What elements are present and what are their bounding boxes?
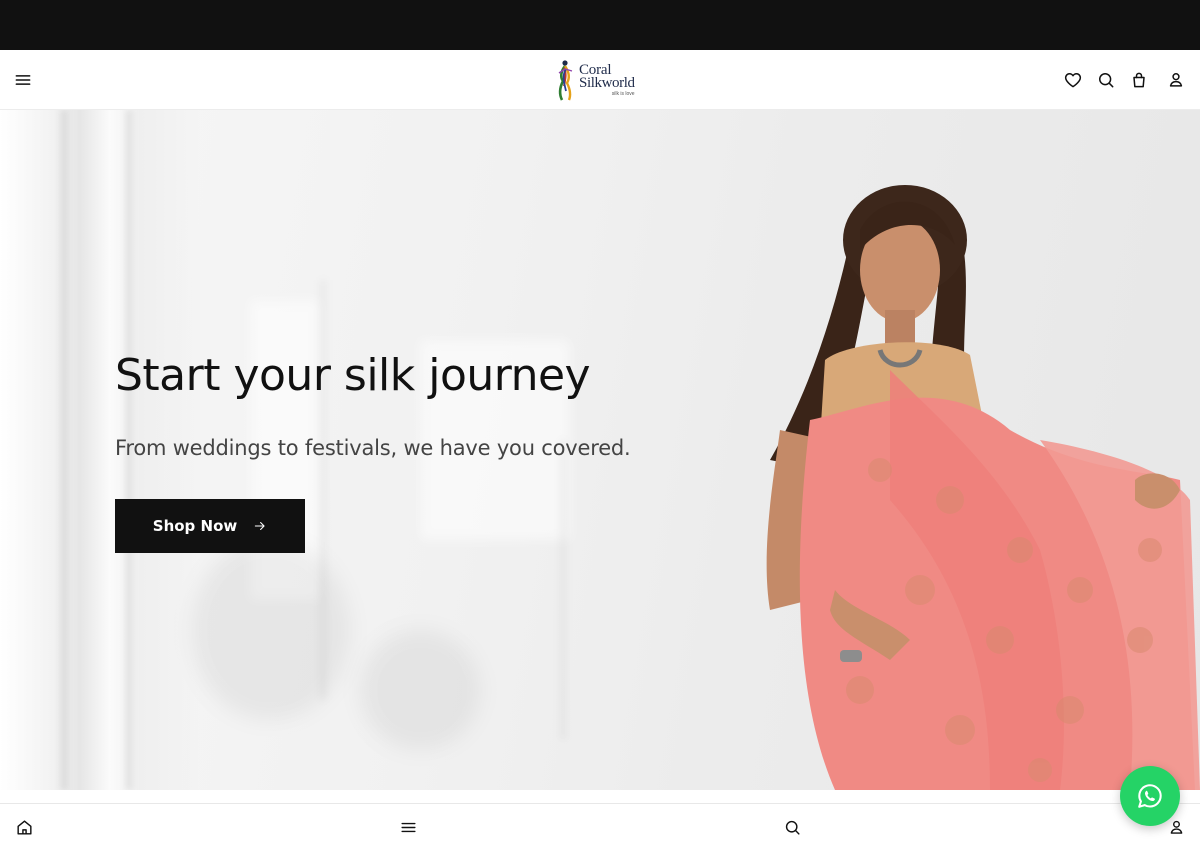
model-saree-image <box>766 185 1200 790</box>
site-header: Coral Silkworld silk is love <box>0 50 1200 110</box>
search-button[interactable] <box>1089 50 1123 110</box>
home-icon <box>16 820 32 835</box>
menu-button[interactable] <box>6 50 40 110</box>
search-icon <box>1099 73 1114 88</box>
brand-tagline: silk is love <box>611 91 635 97</box>
heart-icon <box>1064 73 1082 88</box>
bottom-nav-search[interactable] <box>772 804 812 851</box>
user-icon <box>1170 820 1182 834</box>
menu-icon <box>400 822 416 833</box>
cart-button[interactable] <box>1122 50 1156 110</box>
bottom-nav-home[interactable] <box>4 804 44 851</box>
curtain-fold-decoration <box>60 110 68 790</box>
plant-shadow-decoration <box>360 630 480 750</box>
bag-icon <box>1133 72 1145 88</box>
account-button[interactable] <box>1159 50 1193 110</box>
arrow-right-icon <box>255 521 265 531</box>
logo-dancer-icon <box>558 60 573 101</box>
search-icon <box>785 820 800 835</box>
window-shadow-decoration <box>560 440 566 740</box>
bottom-nav-menu[interactable] <box>388 804 428 851</box>
hero-subtitle: From weddings to festivals, we have you … <box>115 436 631 460</box>
whatsapp-chat-button[interactable] <box>1120 766 1180 826</box>
whatsapp-icon <box>1138 784 1162 808</box>
shop-now-label: Shop Now <box>152 517 238 535</box>
plant-shadow-decoration <box>190 540 350 720</box>
brand-logo[interactable]: Coral Silkworld silk is love <box>556 58 648 102</box>
brand-name-line2: Silkworld <box>579 75 635 91</box>
bottom-nav-bar <box>0 803 1200 850</box>
hero-banner: Start your silk journey From weddings to… <box>0 110 1200 790</box>
hero-title: Start your silk journey <box>115 350 591 401</box>
shop-now-button[interactable]: Shop Now <box>115 499 305 553</box>
user-icon <box>1169 73 1183 87</box>
announcement-bar <box>0 0 1200 50</box>
menu-icon <box>15 75 31 85</box>
wishlist-button[interactable] <box>1056 50 1090 110</box>
